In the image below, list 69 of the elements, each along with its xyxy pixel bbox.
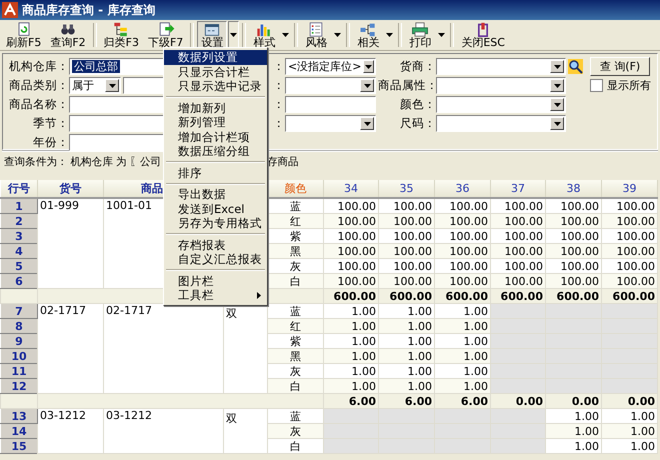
table-cell: 100.00	[434, 274, 490, 288]
window-title: 商品库存查询 - 库存查询	[0, 0, 660, 20]
table-cell: 1.00	[546, 438, 602, 454]
table-cell: 100.00	[490, 214, 546, 228]
total-cell: 600.00	[490, 288, 546, 304]
field-label: 商品名称：	[8, 97, 69, 112]
table-cell: 100.00	[378, 244, 434, 258]
table-cell: 100.00	[490, 244, 546, 258]
table-cell: 03-1212	[104, 408, 224, 454]
table-cell: 100.00	[434, 244, 490, 258]
table-cell: 1.00	[324, 378, 378, 394]
table-cell: 100.00	[378, 274, 434, 288]
table-cell: 100.00	[602, 274, 658, 288]
total-cell: 600.00	[546, 288, 602, 304]
total-cell: 600.00	[602, 288, 658, 304]
table-cell: 红	[268, 214, 324, 228]
table-cell: 1.00	[434, 318, 490, 334]
table-cell: 1.00	[378, 318, 434, 334]
table-cell: 灰	[268, 424, 324, 438]
table-cell: 100.00	[434, 214, 490, 228]
table-cell: 1.00	[602, 438, 658, 454]
total-cell: 6.00	[378, 394, 434, 408]
field-label: ：	[272, 97, 285, 112]
table-cell: 1.00	[602, 424, 658, 438]
total-cell: 0.00	[602, 394, 658, 408]
field-label: 货商：	[399, 59, 436, 74]
field-label: ：	[272, 59, 285, 74]
total-cell: 6.00	[434, 394, 490, 408]
field-label: 商品类别：	[8, 78, 69, 93]
field-label: ：	[272, 78, 285, 93]
table-cell: 1.00	[378, 378, 434, 394]
table-cell: 1.00	[324, 348, 378, 364]
total-cell: 6.00	[324, 394, 378, 408]
table-cell: 白	[268, 378, 324, 394]
table-cell: 100.00	[546, 214, 602, 228]
total-cell: 600.00	[378, 288, 434, 304]
table-cell: 1.00	[434, 348, 490, 364]
table-cell: 1.00	[434, 378, 490, 394]
table-cell: 100.00	[324, 244, 378, 258]
table-cell: 黑	[268, 348, 324, 364]
total-cell: 600.00	[434, 288, 490, 304]
field-label: 季节：	[32, 116, 69, 131]
table-cell: 黑	[268, 244, 324, 258]
table-cell: 100.00	[324, 214, 378, 228]
table-cell: 100.00	[378, 214, 434, 228]
table-cell: 双	[224, 408, 268, 454]
query-condition-text: 查询条件为： 机构仓库 为 〖公司	[4, 155, 162, 169]
total-cell: 0.00	[546, 394, 602, 408]
total-cell: 600.00	[324, 288, 378, 304]
table-cell: 03-1212	[38, 408, 104, 454]
field-label: 商品属性：	[378, 78, 436, 93]
field-label: ：	[272, 116, 285, 131]
table-cell: 1.00	[324, 318, 378, 334]
table-cell: 红	[268, 318, 324, 334]
table-cell: 100.00	[602, 244, 658, 258]
field-label: 机构仓库：	[8, 59, 69, 74]
total-cell: 0.00	[490, 394, 546, 408]
table-cell: 白	[268, 274, 324, 288]
table-cell: 100.00	[546, 244, 602, 258]
field-label: 尺码：	[399, 116, 436, 131]
table-cell: 100.00	[324, 274, 378, 288]
table-cell: 1.00	[378, 348, 434, 364]
table-cell: 白	[268, 438, 324, 454]
table-cell: 1.00	[546, 424, 602, 438]
table-cell: 100.00	[602, 214, 658, 228]
field-label: 年份：	[32, 135, 69, 150]
field-label: 颜色：	[399, 97, 436, 112]
table-cell: 100.00	[546, 274, 602, 288]
table-cell: 100.00	[490, 274, 546, 288]
